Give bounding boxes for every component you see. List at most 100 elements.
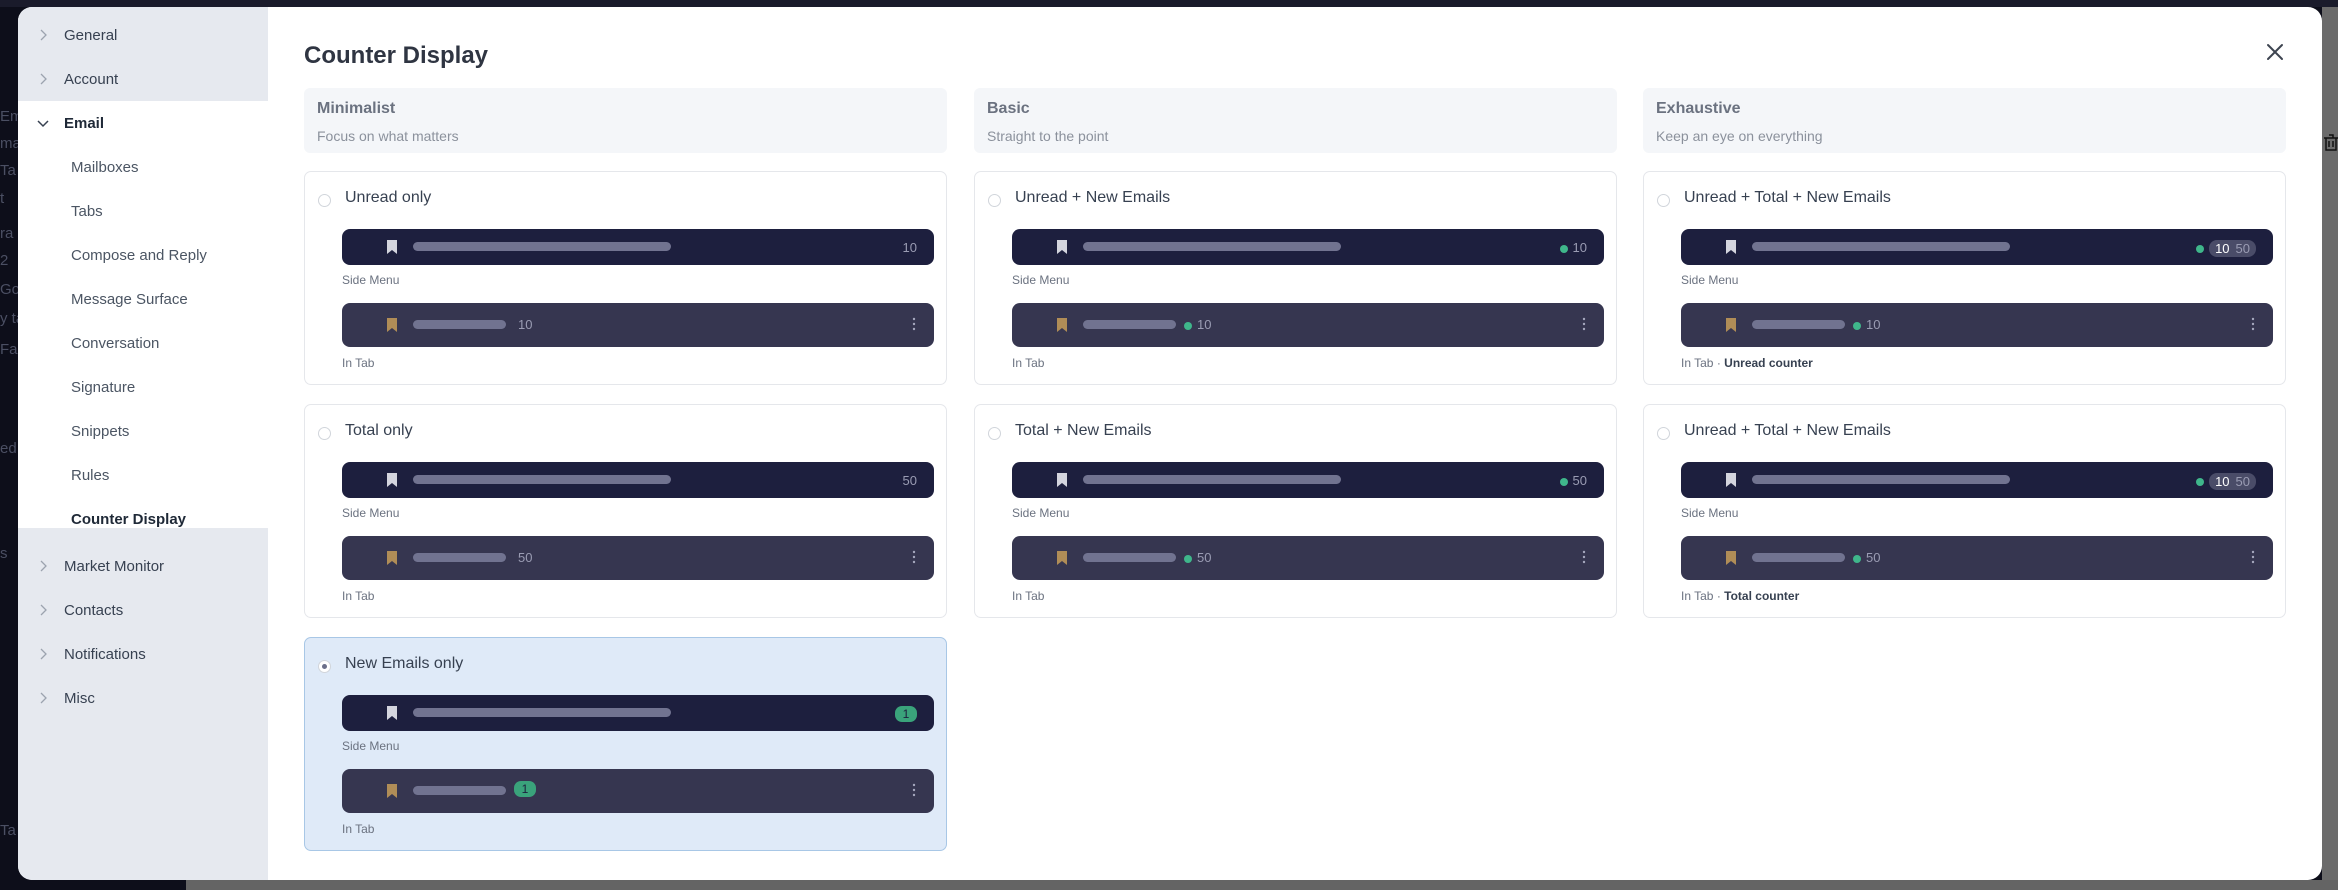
sidebar-item-general[interactable]: General bbox=[18, 13, 268, 57]
new-email-badge: 1 bbox=[895, 706, 917, 722]
more-options-icon[interactable] bbox=[2251, 317, 2255, 331]
column-header: Exhaustive Keep an eye on everything bbox=[1643, 88, 2286, 153]
sidebar-item-contacts[interactable]: Contacts bbox=[18, 588, 268, 632]
counter-option-card[interactable]: Unread + Total + New Emails 10 50 Side Menu… bbox=[1643, 171, 2286, 385]
column-header: Basic Straight to the point bbox=[974, 88, 1617, 153]
chevron-right-icon bbox=[36, 691, 50, 705]
more-options-icon[interactable] bbox=[912, 550, 916, 564]
sidebar-subitem-snippets[interactable]: Snippets bbox=[18, 409, 268, 453]
counter-pill: 10 50 bbox=[2209, 473, 2256, 491]
sidebar-subitem-label: Rules bbox=[71, 466, 110, 484]
option-radio[interactable] bbox=[1657, 427, 1670, 440]
settings-modal: General Account Email Mailboxes Tabs Compose … bbox=[18, 7, 2322, 880]
sidebar-item-email[interactable]: Email bbox=[18, 101, 268, 145]
in-tab-caption-label: In Tab bbox=[1012, 589, 1045, 603]
more-options-icon[interactable] bbox=[1582, 317, 1586, 331]
side-menu-counter: 10 50 bbox=[2196, 240, 2256, 258]
sidebar-item-label: Account bbox=[64, 70, 119, 88]
bookmark-icon bbox=[387, 784, 397, 798]
sidebar-subitem-label: Tabs bbox=[71, 202, 103, 220]
counter-option-card[interactable]: Unread only 10 Side Menu 10 In Tab bbox=[304, 171, 947, 385]
total-count: 50 bbox=[2235, 241, 2250, 257]
column-heading: Exhaustive bbox=[1656, 100, 1741, 117]
side-menu-preview: 10 bbox=[342, 229, 934, 265]
in-tab-preview: 10 bbox=[1681, 303, 2273, 347]
counter-option-card[interactable]: Unread + New Emails 10 Side Menu 10 In Tab bbox=[974, 171, 1617, 385]
option-label: Unread + Total + New Emails bbox=[1684, 189, 1891, 206]
counter-value: 10 bbox=[1197, 317, 1212, 332]
option-radio[interactable] bbox=[318, 660, 331, 673]
counter-option-card[interactable]: Unread + Total + New Emails 10 50 Side Menu… bbox=[1643, 404, 2286, 618]
sidebar-subitem-label: Compose and Reply bbox=[71, 246, 207, 264]
sidebar-subitem-signature[interactable]: Signature bbox=[18, 365, 268, 409]
background-text-fragment: Em bbox=[0, 108, 18, 125]
placeholder-bar bbox=[1083, 475, 1341, 484]
background-text-fragment: ed bbox=[0, 440, 17, 457]
sidebar-subitem-compose-and-reply[interactable]: Compose and Reply bbox=[18, 233, 268, 277]
more-options-icon[interactable] bbox=[1582, 550, 1586, 564]
preset-column-minimalist: Minimalist Focus on what matters Unread on… bbox=[304, 88, 947, 878]
sidebar-subitem-conversation[interactable]: Conversation bbox=[18, 321, 268, 365]
more-options-icon[interactable] bbox=[912, 783, 916, 797]
option-radio[interactable] bbox=[1657, 194, 1670, 207]
in-tab-preview: 10 bbox=[342, 303, 934, 347]
sidebar-subitem-rules[interactable]: Rules bbox=[18, 453, 268, 497]
in-tab-counter: 10 bbox=[1853, 317, 1880, 332]
option-radio[interactable] bbox=[318, 427, 331, 440]
sidebar-item-market-monitor[interactable]: Market Monitor bbox=[18, 544, 268, 588]
unread-count: 10 bbox=[2215, 474, 2230, 490]
side-menu-caption: Side Menu bbox=[1012, 273, 1070, 287]
page-title: Counter Display bbox=[304, 42, 489, 69]
in-tab-caption: In Tab bbox=[342, 356, 374, 370]
counter-value: 50 bbox=[1572, 473, 1587, 488]
side-menu-counter: 1 bbox=[895, 706, 917, 722]
counter-option-card[interactable]: New Emails only 1 Side Menu 1 In Tab bbox=[304, 637, 947, 851]
background-text-fragment: t bbox=[0, 190, 5, 207]
background-text-fragment: 2 bbox=[0, 252, 9, 269]
option-radio[interactable] bbox=[318, 194, 331, 207]
new-email-dot bbox=[2196, 244, 2205, 253]
sidebar-subitem-counter-display[interactable]: Counter Display bbox=[18, 497, 268, 541]
sidebar-item-notifications[interactable]: Notifications bbox=[18, 632, 268, 676]
background-text-fragment: y ta bbox=[0, 310, 18, 327]
column-description: Focus on what matters bbox=[317, 128, 459, 144]
bookmark-icon bbox=[1057, 551, 1067, 565]
placeholder-bar bbox=[1752, 242, 2010, 251]
column-heading: Minimalist bbox=[317, 100, 396, 117]
background-app-bottom bbox=[186, 880, 2338, 890]
placeholder-bar bbox=[1752, 320, 1845, 329]
side-menu-caption: Side Menu bbox=[1681, 506, 1739, 520]
counter-option-card[interactable]: Total only 50 Side Menu 50 In Tab bbox=[304, 404, 947, 618]
in-tab-caption-note: Unread counter bbox=[1724, 356, 1813, 370]
more-options-icon[interactable] bbox=[2251, 550, 2255, 564]
in-tab-caption-label: In Tab bbox=[342, 589, 375, 603]
new-email-dot bbox=[1184, 321, 1192, 330]
unread-count: 10 bbox=[2215, 241, 2230, 257]
option-radio[interactable] bbox=[988, 194, 1001, 207]
sidebar-subitem-message-surface[interactable]: Message Surface bbox=[18, 277, 268, 321]
close-button[interactable] bbox=[2264, 41, 2286, 63]
column-description: Straight to the point bbox=[987, 128, 1109, 144]
in-tab-counter: 10 bbox=[1184, 317, 1211, 332]
more-options-icon[interactable] bbox=[912, 317, 916, 331]
background-text-fragment: Ta bbox=[0, 822, 16, 839]
side-menu-preview: 10 bbox=[1012, 229, 1604, 265]
side-menu-counter: 10 bbox=[1559, 240, 1587, 255]
sidebar-item-account[interactable]: Account bbox=[18, 57, 268, 101]
bookmark-icon bbox=[1726, 318, 1736, 332]
preset-column-exhaustive: Exhaustive Keep an eye on everything Unrea… bbox=[1643, 88, 2286, 878]
column-heading: Basic bbox=[987, 100, 1030, 117]
sidebar-subitem-mailboxes[interactable]: Mailboxes bbox=[18, 145, 268, 189]
option-label: Unread only bbox=[345, 189, 432, 206]
column-header: Minimalist Focus on what matters bbox=[304, 88, 947, 153]
side-menu-preview: 10 50 bbox=[1681, 229, 2273, 265]
sidebar-subitem-label: Signature bbox=[71, 378, 136, 396]
sidebar-item-misc[interactable]: Misc bbox=[18, 676, 268, 720]
placeholder-bar bbox=[1083, 242, 1341, 251]
side-menu-counter: 50 bbox=[1559, 473, 1587, 488]
in-tab-caption: In Tab bbox=[1012, 356, 1044, 370]
counter-option-card[interactable]: Total + New Emails 50 Side Menu 50 In Tab bbox=[974, 404, 1617, 618]
sidebar-subitem-tabs[interactable]: Tabs bbox=[18, 189, 268, 233]
option-radio[interactable] bbox=[988, 427, 1001, 440]
option-label: Total only bbox=[345, 422, 413, 439]
